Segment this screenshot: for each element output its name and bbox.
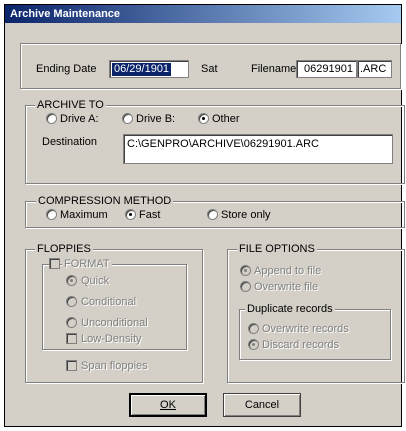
overwrite-file-radio[interactable]	[240, 281, 251, 292]
format-label[interactable]: FORMAT	[62, 258, 112, 270]
fast-radio[interactable]	[125, 209, 136, 220]
drive-a-label[interactable]: Drive A:	[60, 113, 99, 125]
drive-b-label[interactable]: Drive B:	[136, 113, 175, 125]
filename-label: Filename	[251, 63, 297, 75]
destination-field[interactable]: C:\GENPRO\ARCHIVE\06291901.ARC	[123, 134, 393, 164]
append-to-file-radio[interactable]	[240, 265, 251, 276]
cancel-button-label: Cancel	[244, 399, 280, 411]
title-bar: Archive Maintenance	[5, 5, 401, 23]
span-floppies-checkbox[interactable]	[66, 360, 77, 371]
maximum-radio[interactable]	[46, 209, 57, 220]
file-options-legend: FILE OPTIONS	[237, 243, 317, 255]
day-of-week-label: Sat	[201, 63, 218, 75]
ending-date-value: 06/29/1901	[112, 63, 172, 76]
span-floppies-label[interactable]: Span floppies	[81, 360, 148, 372]
extension-value: .ARC	[360, 63, 387, 75]
cancel-button[interactable]: Cancel	[223, 393, 301, 417]
filename-value: 06291901	[304, 63, 353, 75]
extension-field[interactable]: .ARC	[357, 60, 392, 78]
low-density-label[interactable]: Low-Density	[81, 333, 142, 345]
conditional-radio[interactable]	[66, 296, 77, 307]
destination-label: Destination	[42, 136, 98, 148]
format-checkbox[interactable]	[49, 258, 60, 269]
quick-label[interactable]: Quick	[81, 275, 109, 287]
other-radio[interactable]	[198, 113, 209, 124]
low-density-checkbox[interactable]	[66, 333, 77, 344]
store-only-label[interactable]: Store only	[221, 209, 271, 221]
conditional-label[interactable]: Conditional	[81, 296, 136, 308]
ok-button[interactable]: OK	[129, 393, 207, 417]
filename-field[interactable]: 06291901	[296, 60, 357, 78]
drive-b-radio[interactable]	[122, 113, 133, 124]
unconditional-radio[interactable]	[66, 317, 77, 328]
discard-records-radio[interactable]	[248, 339, 259, 350]
compression-legend: COMPRESSION METHOD	[36, 195, 174, 207]
overwrite-records-radio[interactable]	[248, 323, 259, 334]
ending-date-field[interactable]: 06/29/1901	[109, 60, 189, 78]
floppies-legend: FLOPPIES	[35, 243, 93, 255]
maximum-label[interactable]: Maximum	[60, 209, 108, 221]
discard-records-label[interactable]: Discard records	[262, 339, 339, 351]
archive-maintenance-dialog: Archive Maintenance Ending Date 06/29/19…	[4, 4, 405, 427]
destination-value: C:\GENPRO\ARCHIVE\06291901.ARC	[127, 138, 319, 150]
overwrite-file-label[interactable]: Overwrite file	[254, 281, 318, 293]
other-label[interactable]: Other	[212, 113, 240, 125]
drive-a-radio[interactable]	[46, 113, 57, 124]
duplicate-records-legend: Duplicate records	[245, 303, 335, 315]
quick-radio[interactable]	[66, 275, 77, 286]
fast-label[interactable]: Fast	[139, 209, 160, 221]
overwrite-records-label[interactable]: Overwrite records	[262, 323, 349, 335]
ok-button-label: OK	[160, 399, 176, 411]
ending-date-label: Ending Date	[36, 63, 97, 75]
store-only-radio[interactable]	[207, 209, 218, 220]
unconditional-label[interactable]: Unconditional	[81, 317, 148, 329]
archive-to-legend: ARCHIVE TO	[35, 99, 106, 111]
append-to-file-label[interactable]: Append to file	[254, 265, 321, 277]
